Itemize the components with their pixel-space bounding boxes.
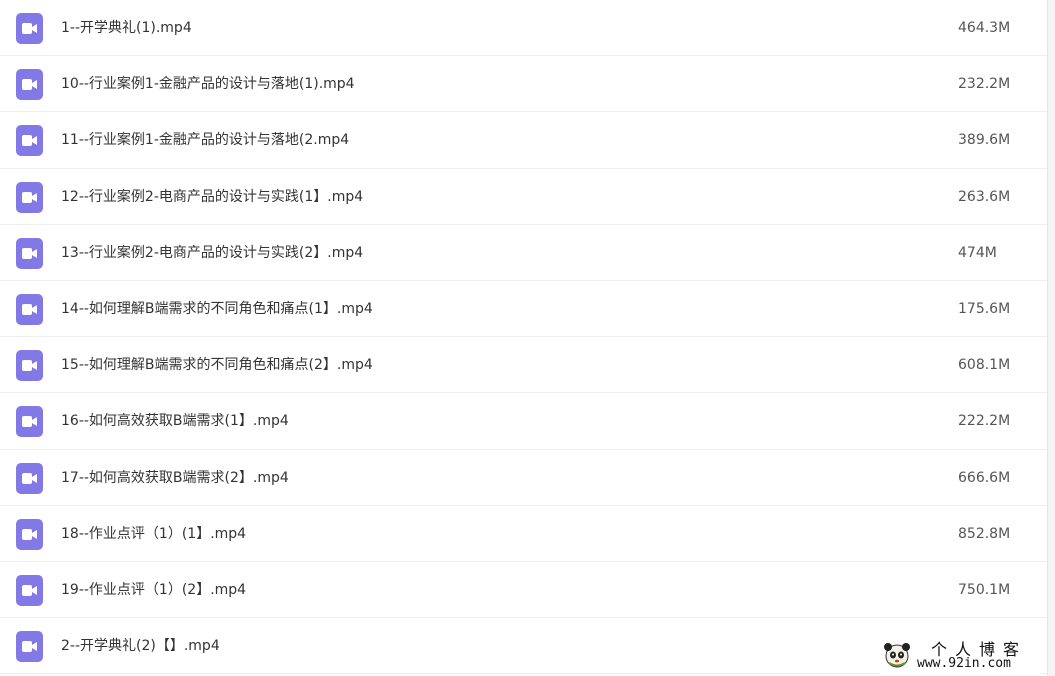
file-row[interactable]: 16--如何高效获取B端需求(1】.mp4 222.2M — [0, 393, 1048, 450]
video-file-icon — [16, 13, 43, 44]
file-row[interactable]: 12--行业案例2-电商产品的设计与实践(1】.mp4 263.6M — [0, 169, 1048, 225]
file-size: 222.2M — [958, 413, 1011, 430]
video-file-icon — [16, 350, 43, 382]
video-file-icon — [16, 125, 43, 157]
video-file-icon — [16, 181, 43, 213]
file-list: 1--开学典礼(1).mp4 464.3M 10--行业案例1-金融产品的设计与… — [0, 0, 1048, 675]
video-file-icon — [16, 518, 43, 550]
file-size: 750.1M — [958, 581, 1011, 598]
file-name[interactable]: 12--行业案例2-电商产品的设计与实践(1】.mp4 — [61, 169, 363, 225]
file-row[interactable]: 1--开学典礼(1).mp4 464.3M — [0, 0, 1048, 57]
file-row[interactable]: 10--行业案例1-金融产品的设计与落地(1).mp4 232.2M — [0, 56, 1048, 113]
file-name[interactable]: 18--作业点评（1）(1】.mp4 — [61, 506, 246, 562]
file-name[interactable]: 14--如何理解B端需求的不同角色和痛点(1】.mp4 — [61, 281, 373, 337]
file-name[interactable]: 11--行业案例1-金融产品的设计与落地(2.mp4 — [61, 112, 349, 168]
file-name[interactable]: 19--作业点评（1）(2】.mp4 — [61, 562, 246, 618]
file-size: 852.8M — [958, 525, 1011, 542]
file-size: 464.3M — [958, 20, 1011, 36]
file-size: 263.6M — [958, 188, 1011, 205]
video-file-icon — [16, 631, 43, 663]
file-row[interactable]: 14--如何理解B端需求的不同角色和痛点(1】.mp4 175.6M — [0, 281, 1048, 338]
file-name[interactable]: 17--如何高效获取B端需求(2】.mp4 — [61, 450, 289, 506]
file-row[interactable]: 18--作业点评（1）(1】.mp4 852.8M — [0, 506, 1048, 562]
watermark: 个人博客 www.92in.com — [880, 636, 1040, 676]
watermark-url: www.92in.com — [917, 656, 1011, 671]
file-size: 175.6M — [958, 300, 1011, 317]
video-file-icon — [16, 406, 43, 438]
panda-logo-icon — [883, 641, 911, 673]
video-file-icon — [16, 69, 43, 101]
video-file-icon — [16, 237, 43, 269]
file-name[interactable]: 1--开学典礼(1).mp4 — [61, 0, 192, 56]
file-name[interactable]: 10--行业案例1-金融产品的设计与落地(1).mp4 — [61, 56, 355, 112]
file-size: 232.2M — [958, 76, 1011, 93]
file-row[interactable]: 11--行业案例1-金融产品的设计与落地(2.mp4 389.6M — [0, 112, 1048, 169]
video-file-icon — [16, 574, 43, 606]
file-name[interactable]: 13--行业案例2-电商产品的设计与实践(2】.mp4 — [61, 225, 363, 281]
file-size: 666.6M — [958, 469, 1011, 486]
file-row[interactable]: 19--作业点评（1）(2】.mp4 750.1M — [0, 562, 1048, 619]
file-row[interactable]: 17--如何高效获取B端需求(2】.mp4 666.6M — [0, 450, 1048, 506]
video-file-icon — [16, 293, 43, 325]
scrollbar[interactable] — [1047, 0, 1055, 676]
video-file-icon — [16, 462, 43, 494]
file-size: 474M — [958, 244, 997, 261]
file-row[interactable]: 13--行业案例2-电商产品的设计与实践(2】.mp4 474M — [0, 225, 1048, 281]
file-name[interactable]: 15--如何理解B端需求的不同角色和痛点(2】.mp4 — [61, 337, 373, 393]
file-name[interactable]: 16--如何高效获取B端需求(1】.mp4 — [61, 393, 289, 449]
file-row[interactable]: 15--如何理解B端需求的不同角色和痛点(2】.mp4 608.1M — [0, 337, 1048, 394]
file-size: 608.1M — [958, 357, 1011, 374]
file-name[interactable]: 2--开学典礼(2)【】.mp4 — [61, 618, 220, 674]
file-size: 389.6M — [958, 132, 1011, 149]
